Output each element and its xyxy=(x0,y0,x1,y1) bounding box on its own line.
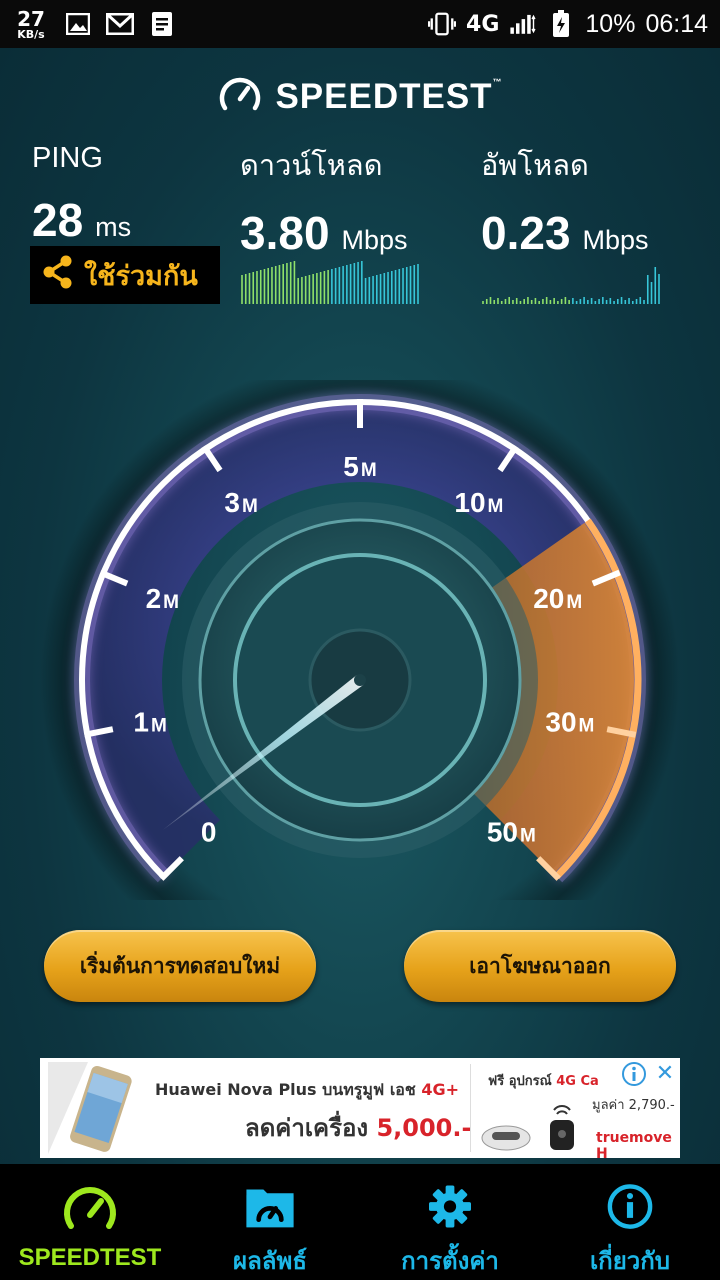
remove-ads-button[interactable]: เอาโฆษณาออก xyxy=(404,930,676,1002)
upload-label: อัพโหลด xyxy=(481,150,589,182)
signal-icon xyxy=(509,10,537,38)
upload-sparkline xyxy=(482,267,660,304)
tab-about[interactable]: เกี่ยวกับ xyxy=(540,1164,720,1280)
network-speed-value: 27 xyxy=(17,6,45,31)
download-result: ดาวน์โหลด 3.80 Mbps xyxy=(240,142,408,260)
vibrate-icon xyxy=(428,10,457,38)
network-speed-unit: KB/s xyxy=(17,27,45,41)
speedometer-icon xyxy=(64,1187,116,1229)
app-title: SPEEDTEST™ xyxy=(275,77,503,116)
speed-gauge: 01 M2 M3 M5 M10 M20 M30 M50 M xyxy=(40,380,680,900)
tab-label: การตั้งค่า xyxy=(401,1247,499,1275)
ad-banner[interactable]: Huawei Nova Plus บนทรูมูฟ เอช 4G+ ลดค่าเ… xyxy=(40,1058,680,1158)
tab-label: SPEEDTEST xyxy=(18,1244,162,1271)
network-type: 4G xyxy=(466,11,500,37)
ad-brand-logo: truemove H xyxy=(596,1130,672,1158)
image-icon xyxy=(64,10,92,38)
download-sparkline xyxy=(241,261,419,304)
speedometer-logo-icon xyxy=(217,72,263,122)
upload-value: 0.23 xyxy=(481,207,571,259)
share-button[interactable]: ใช้ร่วมกัน xyxy=(30,246,220,304)
ad-headline: Huawei Nova Plus บนทรูมูฟ เอช 4G+ xyxy=(155,1080,459,1099)
tab-results[interactable]: ผลลัพธ์ xyxy=(180,1164,360,1280)
status-bar: 27 KB/s 4G 10% 06:14 xyxy=(0,0,720,48)
clock: 06:14 xyxy=(645,9,708,38)
battery-charging-icon xyxy=(547,10,575,38)
gauge-needle-pivot xyxy=(354,674,366,686)
ad-info-icon[interactable] xyxy=(620,1060,648,1088)
upload-result: อัพโหลด 0.23 Mbps xyxy=(481,142,649,260)
download-unit: Mbps xyxy=(341,225,408,255)
tab-label: ผลลัพธ์ xyxy=(233,1247,307,1275)
ping-label: PING xyxy=(32,142,103,174)
tab-speedtest[interactable]: SPEEDTEST xyxy=(0,1164,180,1280)
download-value: 3.80 xyxy=(240,207,330,259)
battery-percentage: 10% xyxy=(585,9,636,38)
gauge-scale-label: 0 xyxy=(201,816,217,847)
restart-test-button[interactable]: เริ่มต้นการทดสอบใหม่ xyxy=(44,930,316,1002)
ad-device-value: มูลค่า 2,790.- xyxy=(592,1098,675,1113)
ad-free-device: ฟรี อุปกรณ์ 4G Ca xyxy=(488,1074,599,1089)
ad-divider xyxy=(470,1064,471,1152)
upload-unit: Mbps xyxy=(582,225,649,255)
network-speed-indicator: 27 KB/s xyxy=(12,9,50,40)
ad-discount: ลดค่าเครื่อง 5,000.- xyxy=(245,1114,472,1142)
download-label: ดาวน์โหลด xyxy=(240,150,383,182)
info-icon xyxy=(607,1184,653,1229)
ping-result: PING 28 ms xyxy=(32,142,131,247)
tab-label: เกี่ยวกับ xyxy=(589,1247,671,1275)
ad-close-icon[interactable]: ✕ xyxy=(652,1060,678,1088)
gear-icon xyxy=(429,1185,471,1228)
ping-unit: ms xyxy=(95,212,132,242)
share-label: ใช้ร่วมกัน xyxy=(84,260,198,292)
bottom-tab-bar: SPEEDTEST ผลลัพธ์ การตั้งค่า เกี่ยวกับ xyxy=(0,1164,720,1280)
document-icon xyxy=(148,10,176,38)
results-folder-icon xyxy=(246,1189,294,1228)
app-logo: SPEEDTEST™ xyxy=(0,72,720,122)
phone-image xyxy=(48,1062,132,1154)
gmail-icon xyxy=(106,10,134,38)
tab-settings[interactable]: การตั้งค่า xyxy=(360,1164,540,1280)
ping-value: 28 xyxy=(32,194,84,246)
wifi-devices-image xyxy=(481,1105,574,1151)
share-icon xyxy=(42,255,74,296)
